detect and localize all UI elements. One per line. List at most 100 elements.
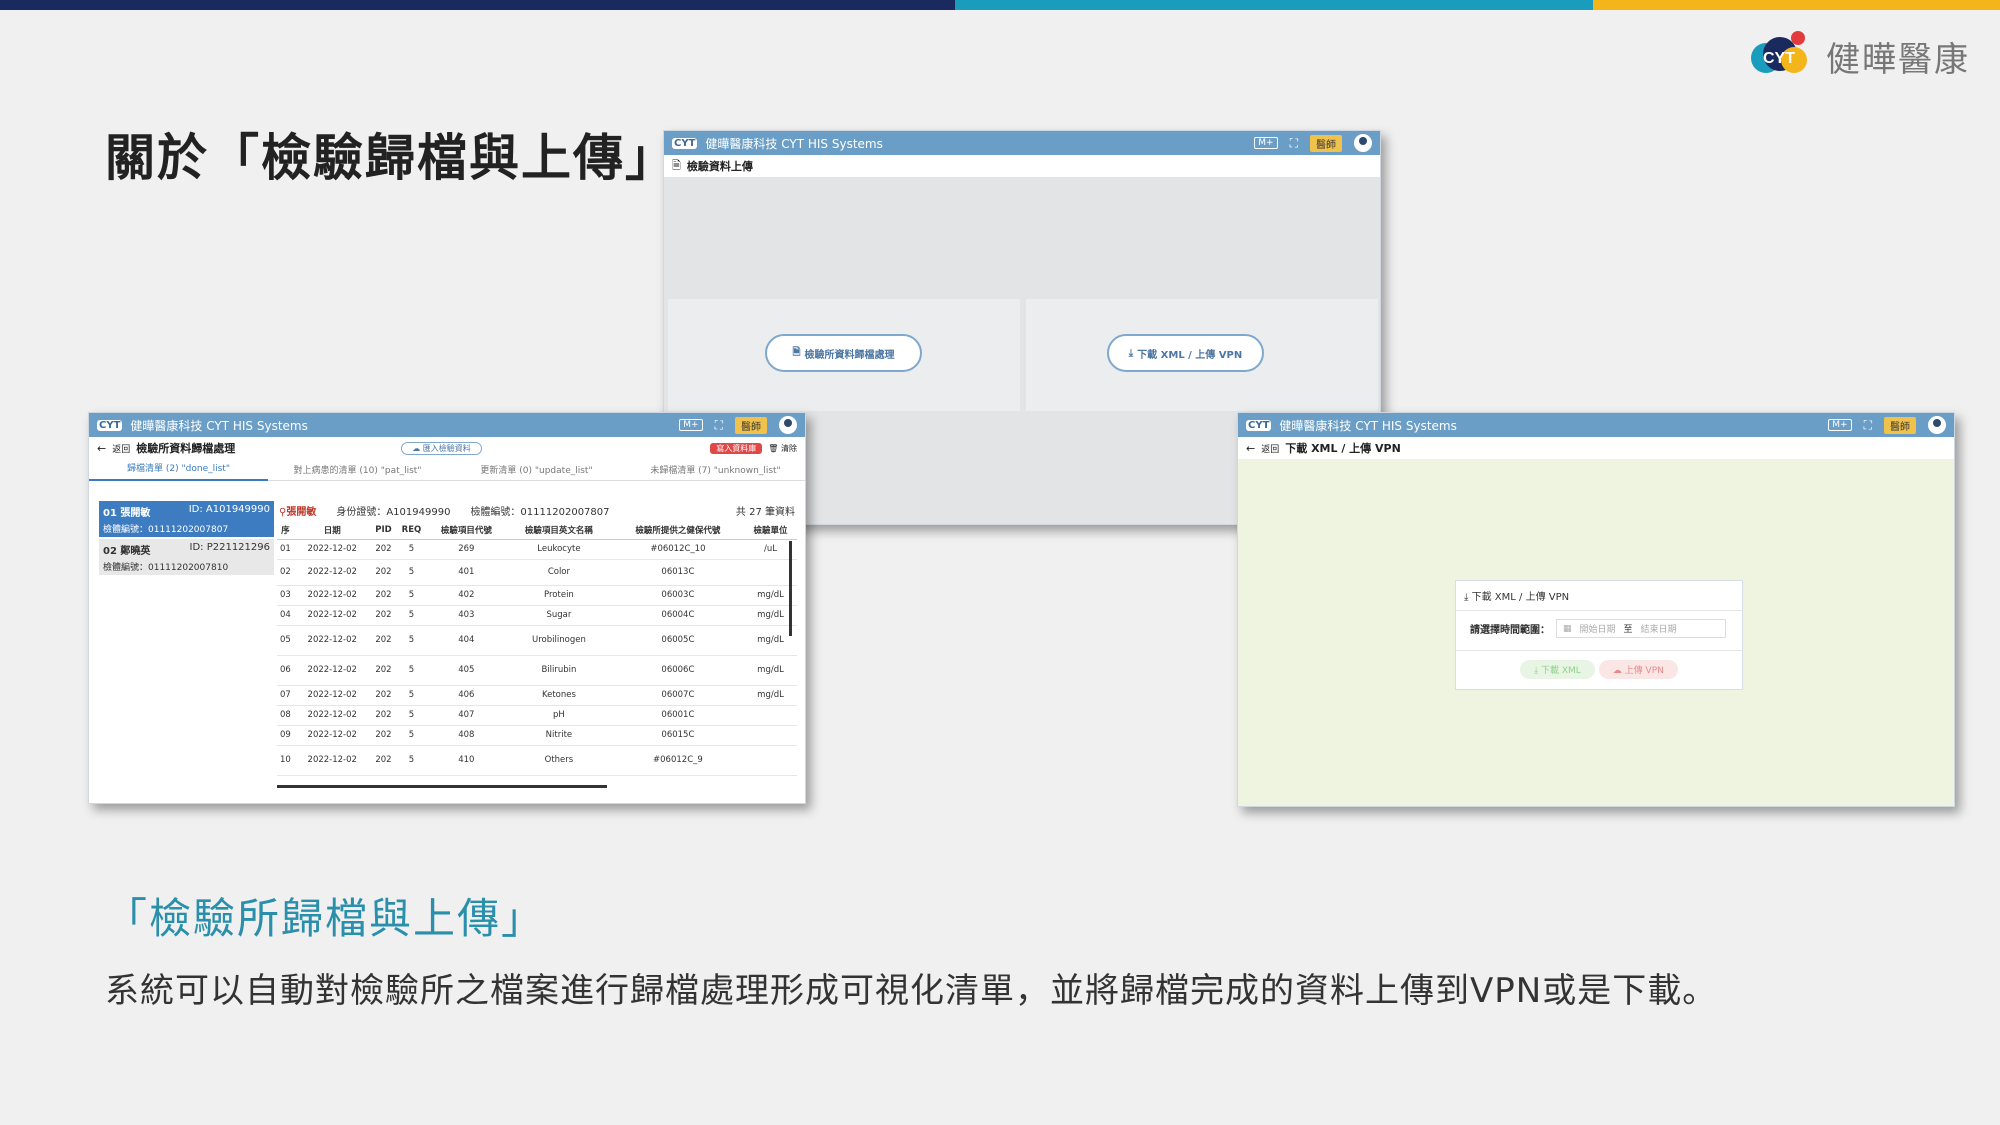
table-cell: 5 bbox=[396, 605, 427, 626]
column-header[interactable]: 檢驗單位 bbox=[744, 521, 797, 540]
archive-window: CYT 健曄醫康科技 CYT HIS Systems M+ ⛶ 醫師 ← 返回 … bbox=[88, 412, 806, 804]
table-row[interactable]: 04 2022-12-02 202 5 403 Sugar 06004C mg/dL bbox=[277, 605, 797, 626]
fullscreen-icon[interactable]: ⛶ bbox=[715, 418, 723, 433]
table-cell: Bilirubin bbox=[506, 655, 612, 686]
patient-item[interactable]: 02 鄭曉英 ID: P221121296 檢體編號：01111202007810 bbox=[99, 539, 274, 575]
mplus-badge[interactable]: M+ bbox=[1254, 137, 1278, 149]
table-row[interactable]: 05 2022-12-02 202 5 404 Urobilinogen 06005C mg/… bbox=[277, 625, 797, 656]
back-link[interactable]: 返回 bbox=[1261, 442, 1279, 455]
date-range-label: 請選擇時間範圍： bbox=[1470, 625, 1550, 636]
table-body: 01 2022-12-02 202 5 269 Leukocyte #06012C_10/u… bbox=[277, 539, 797, 776]
app-name: 健曄醫康科技 CYT HIS Systems bbox=[1279, 418, 1457, 433]
table-cell: 2022-12-02 bbox=[293, 725, 371, 746]
table-cell: 01 bbox=[277, 539, 294, 560]
user-badge[interactable]: 醫師 bbox=[1310, 134, 1342, 152]
table-row[interactable]: 02 2022-12-02 202 5 401 Color 06013C bbox=[277, 559, 797, 586]
table-cell: 03 bbox=[277, 585, 294, 606]
document-icon: 🗎 bbox=[672, 158, 681, 172]
table-cell: 202 bbox=[370, 705, 397, 726]
table-cell: 2022-12-02 bbox=[293, 685, 371, 706]
column-header[interactable]: 檢驗所提供之健保代號 bbox=[611, 521, 745, 540]
avatar-icon[interactable] bbox=[1928, 416, 1946, 434]
upload-vpn-button[interactable]: ☁ 上傳 VPN bbox=[1598, 660, 1678, 679]
patient-name: 鄭曉英 bbox=[120, 546, 151, 557]
table-cell: 2022-12-02 bbox=[293, 585, 371, 606]
app-name: 健曄醫康科技 CYT HIS Systems bbox=[130, 418, 308, 433]
column-header[interactable]: 序 bbox=[277, 521, 294, 540]
scrollbar[interactable] bbox=[789, 541, 792, 636]
table-row[interactable]: 10 2022-12-02 202 5 410 Others #06012C_9 bbox=[277, 745, 797, 776]
column-header[interactable]: REQ bbox=[396, 521, 427, 540]
table-cell: 202 bbox=[370, 585, 397, 606]
table-cell: Color bbox=[506, 559, 612, 586]
fullscreen-icon[interactable]: ⛶ bbox=[1864, 418, 1872, 433]
table-cell: 08 bbox=[277, 705, 294, 726]
table-cell: 403 bbox=[426, 605, 507, 626]
table-cell: 2022-12-02 bbox=[293, 745, 371, 776]
patient-item[interactable]: 01 張開敏 ID: A101949990 檢體編號：01111202007807 bbox=[99, 501, 274, 537]
record-count: 共 27 筆資料 bbox=[735, 506, 795, 518]
tab-pat-list[interactable]: 對上病患的清單 (10) "pat_list" bbox=[268, 463, 447, 476]
tab-update-list[interactable]: 更新清單 (0) "update_list" bbox=[447, 463, 626, 476]
page-title: 檢驗資料上傳 bbox=[686, 160, 753, 173]
back-link[interactable]: 返回 bbox=[112, 442, 130, 455]
column-header[interactable]: PID bbox=[370, 521, 397, 540]
download-icon: ⤓ bbox=[1128, 347, 1134, 359]
table-cell: 269 bbox=[426, 539, 507, 560]
table-cell: 06015C bbox=[611, 725, 745, 746]
mplus-badge[interactable]: M+ bbox=[1828, 419, 1852, 431]
app-header: CYT 健曄醫康科技 CYT HIS Systems M+ ⛶ 醫師 bbox=[89, 413, 805, 437]
archive-tabs: 歸檔清單 (2) "done_list" 對上病患的清單 (10) "pat_l… bbox=[89, 459, 805, 481]
table-cell: 2022-12-02 bbox=[293, 655, 371, 686]
table-cell: 05 bbox=[277, 625, 294, 656]
download-xml-button[interactable]: ⤓ 下載 XML bbox=[1520, 660, 1595, 679]
specimen-number: 檢體編號：01111202007807 bbox=[470, 506, 610, 518]
table-cell: 406 bbox=[426, 685, 507, 706]
table-cell bbox=[744, 705, 797, 726]
patient-no: 02 bbox=[103, 546, 117, 557]
table-cell: 408 bbox=[426, 725, 507, 746]
table-row[interactable]: 07 2022-12-02 202 5 406 Ketones 06007C mg/dL bbox=[277, 685, 797, 706]
back-arrow-icon[interactable]: ← bbox=[1246, 442, 1255, 455]
table-cell bbox=[744, 745, 797, 776]
table-cell: 405 bbox=[426, 655, 507, 686]
archive-process-button[interactable]: 🗎 檢驗所資料歸檔處理 bbox=[765, 334, 922, 372]
trash-icon: 🗑 bbox=[768, 443, 779, 453]
import-button[interactable]: ☁ 匯入檢驗資料 bbox=[401, 441, 482, 455]
tab-unknown-list[interactable]: 未歸檔清單 (7) "unknown_list" bbox=[626, 463, 805, 476]
h-scrollbar[interactable] bbox=[277, 785, 607, 788]
vpn-actions: ⤓ 下載 XML ☁ 上傳 VPN bbox=[1456, 650, 1742, 688]
write-db-button[interactable]: 寫入資料庫 bbox=[710, 442, 763, 454]
column-header[interactable]: 檢驗項目英文名稱 bbox=[506, 521, 612, 540]
xml-vpn-button[interactable]: ⤓ 下載 XML / 上傳 VPN bbox=[1107, 334, 1264, 372]
app-header: CYT 健曄醫康科技 CYT HIS Systems M+ ⛶ 醫師 bbox=[664, 131, 1380, 155]
avatar-icon[interactable] bbox=[779, 416, 797, 434]
user-badge[interactable]: 醫師 bbox=[1884, 416, 1916, 434]
patient-specimen: 檢體編號：01111202007810 bbox=[103, 563, 229, 573]
clear-button[interactable]: 🗑 清除 bbox=[768, 443, 797, 454]
column-header[interactable]: 檢驗項目代號 bbox=[426, 521, 507, 540]
table-cell: 2022-12-02 bbox=[293, 625, 371, 656]
table-cell: 202 bbox=[370, 539, 397, 560]
calendar-icon: ▦ bbox=[1563, 623, 1572, 634]
column-header[interactable]: 日期 bbox=[293, 521, 371, 540]
vpn-window: CYT 健曄醫康科技 CYT HIS Systems M+ ⛶ 醫師 ← 返回 … bbox=[1237, 412, 1955, 807]
avatar-icon[interactable] bbox=[1354, 134, 1372, 152]
table-cell: 202 bbox=[370, 745, 397, 776]
app-logo: CYT bbox=[97, 419, 123, 431]
table-cell: 401 bbox=[426, 559, 507, 586]
table-row[interactable]: 09 2022-12-02 202 5 408 Nitrite 06015C bbox=[277, 725, 797, 746]
table-cell: 5 bbox=[396, 655, 427, 686]
fullscreen-icon[interactable]: ⛶ bbox=[1290, 136, 1298, 151]
end-date-placeholder: 結束日期 bbox=[1640, 625, 1677, 635]
table-cell: 202 bbox=[370, 685, 397, 706]
table-row[interactable]: 08 2022-12-02 202 5 407 pH 06001C bbox=[277, 705, 797, 726]
table-row[interactable]: 03 2022-12-02 202 5 402 Protein 06003C mg/dL bbox=[277, 585, 797, 606]
tab-done-list[interactable]: 歸檔清單 (2) "done_list" bbox=[89, 459, 268, 481]
mplus-badge[interactable]: M+ bbox=[679, 419, 703, 431]
back-arrow-icon[interactable]: ← bbox=[97, 442, 106, 455]
table-row[interactable]: 06 2022-12-02 202 5 405 Bilirubin 06006C mg/dL bbox=[277, 655, 797, 686]
user-badge[interactable]: 醫師 bbox=[735, 416, 767, 434]
table-row[interactable]: 01 2022-12-02 202 5 269 Leukocyte #06012C_10/u… bbox=[277, 539, 797, 560]
date-range-input[interactable]: ▦ 開始日期 至 結束日期 bbox=[1556, 619, 1726, 638]
